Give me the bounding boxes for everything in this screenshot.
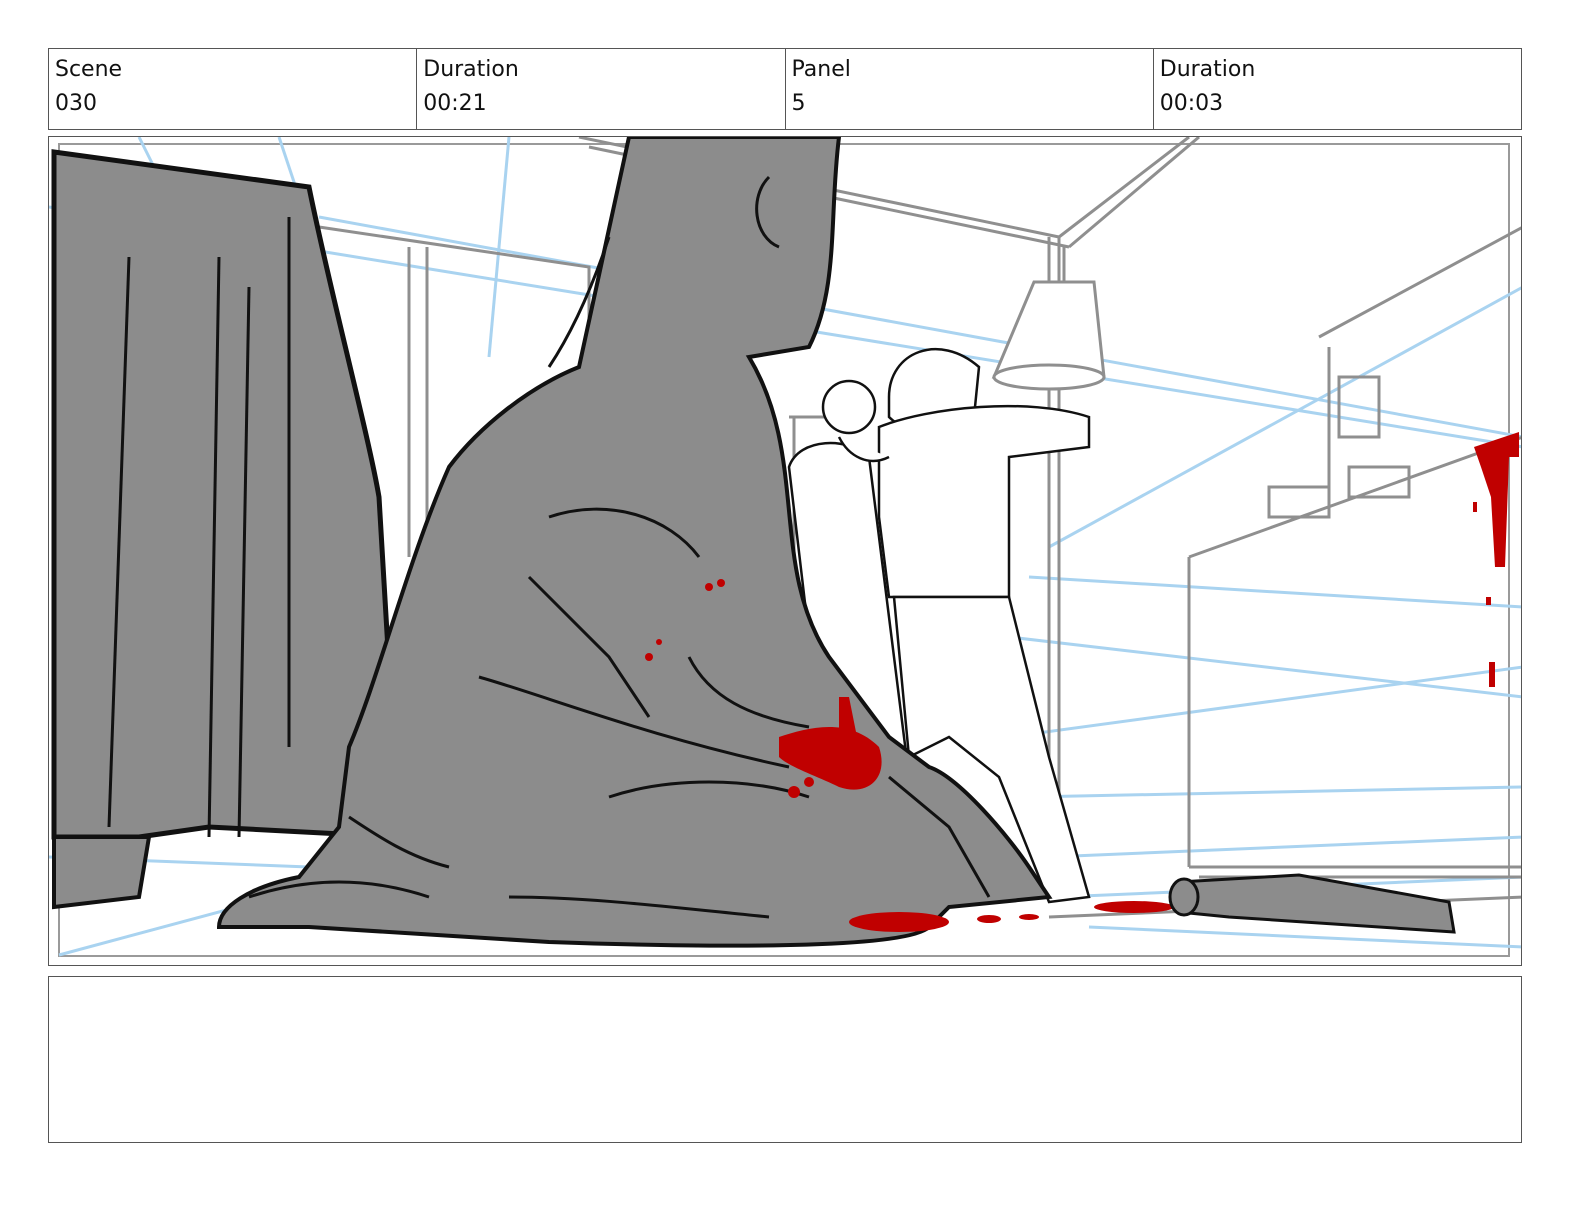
storyboard-sketch — [49, 137, 1521, 957]
scene-cell: Scene 030 — [49, 49, 418, 129]
scene-value[interactable]: 030 — [55, 89, 410, 119]
dropped-tool — [1168, 873, 1456, 934]
scene-duration-cell: Duration 00:21 — [417, 49, 786, 129]
panel-value[interactable]: 5 — [792, 89, 1147, 119]
scene-label: Scene — [55, 57, 123, 82]
panel-label: Panel — [791, 57, 851, 82]
panel-notes[interactable] — [48, 976, 1522, 1143]
scene-duration-value[interactable]: 00:21 — [423, 89, 778, 119]
panel-cell: Panel 5 — [786, 49, 1154, 129]
panel-duration-value[interactable]: 00:03 — [1160, 89, 1515, 119]
panel-duration-cell: Duration 00:03 — [1154, 49, 1521, 129]
panel-artwork[interactable] — [48, 136, 1522, 966]
panel-duration-label: Duration — [1159, 57, 1256, 82]
scene-duration-label: Duration — [423, 57, 519, 82]
storyboard-header: Scene 030 Duration 00:21 Panel 5 Duratio… — [48, 48, 1522, 130]
